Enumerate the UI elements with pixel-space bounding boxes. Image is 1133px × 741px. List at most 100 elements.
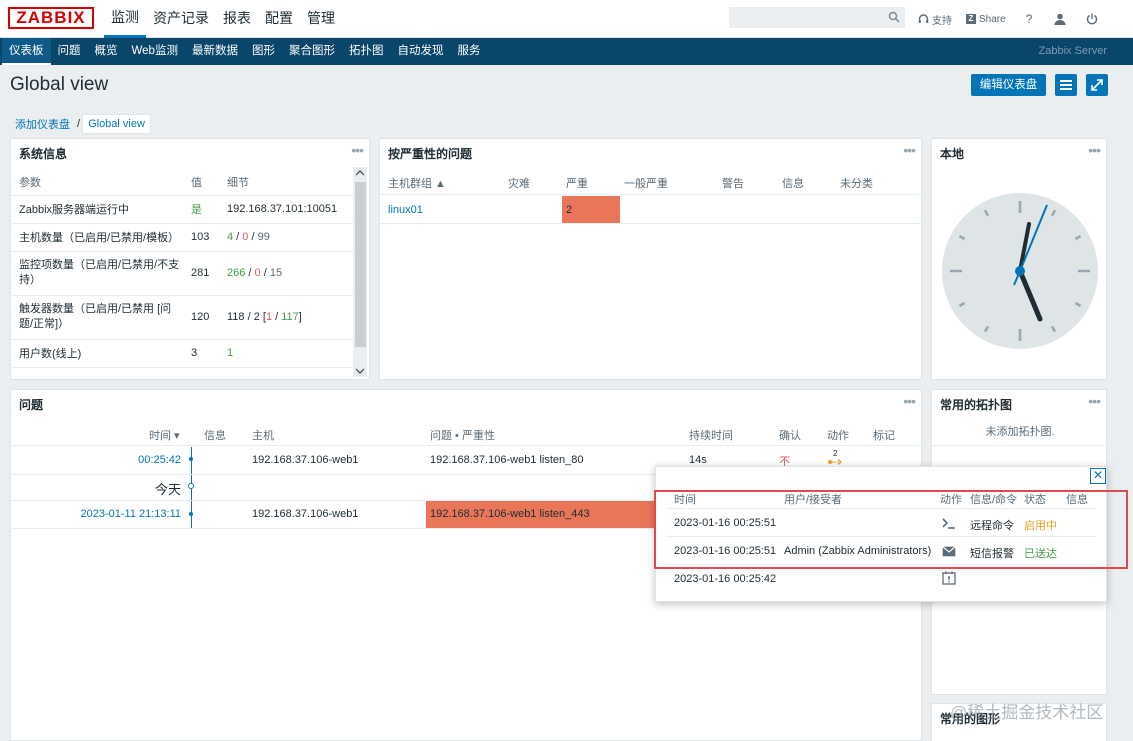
- main-menu: 监测 资产记录 报表 配置 管理: [104, 0, 342, 38]
- template-count: 99: [258, 231, 270, 243]
- scrollbar[interactable]: [353, 167, 367, 377]
- today-label: 今天: [155, 479, 181, 498]
- menu-monitoring[interactable]: 监测: [104, 0, 146, 38]
- widget-options-button[interactable]: •••: [903, 393, 915, 409]
- host-group-link[interactable]: linux01: [388, 204, 423, 216]
- detail-cell: 192.168.37.101:10051: [227, 195, 353, 223]
- col-not-classified: 未分类: [840, 175, 873, 191]
- detail-cell: 4 / 0 / 99: [227, 223, 353, 251]
- high-severity-cell[interactable]: 2: [562, 196, 620, 223]
- menu-reports[interactable]: 报表: [216, 0, 258, 38]
- col-info: 信息: [204, 427, 226, 443]
- power-icon: [1086, 13, 1098, 25]
- separator: /: [272, 311, 281, 323]
- sign-out-button[interactable]: [1086, 13, 1098, 25]
- problem-time-link[interactable]: 2023-01-11 21:13:11: [80, 508, 181, 520]
- menu-icon: [1060, 80, 1072, 90]
- tab-screens[interactable]: 聚合图形: [282, 38, 342, 65]
- zabbix-logo[interactable]: ZABBIX: [8, 7, 94, 29]
- widget-title: 常用的拓扑图: [940, 396, 1012, 413]
- highlight-box: [654, 490, 1128, 569]
- headset-icon: [918, 14, 929, 25]
- widget-options-button[interactable]: •••: [1088, 393, 1100, 409]
- widget-options-button[interactable]: •••: [351, 142, 363, 158]
- tab-services[interactable]: 服务: [450, 38, 487, 65]
- breadcrumb-separator: /: [75, 118, 82, 130]
- table-header: 主机群组 ▲ 灾难 严重 一般严重 警告 信息 未分类: [380, 167, 922, 195]
- problem-time-link[interactable]: 00:25:42: [138, 454, 181, 466]
- problem-host[interactable]: 192.168.37.106-web1: [252, 508, 358, 520]
- problem-duration: 14s: [689, 454, 707, 466]
- col-param: 参数: [11, 169, 191, 195]
- tab-web[interactable]: Web监测: [125, 38, 185, 65]
- enabled-count: 266: [227, 267, 245, 279]
- help-link[interactable]: ?: [1026, 12, 1033, 26]
- breadcrumb: 添加仪表盘 / Global view: [10, 113, 151, 135]
- tab-problems[interactable]: 问题: [51, 38, 88, 65]
- param-cell: Zabbix服务器端运行中: [11, 195, 191, 223]
- widget-title: 按严重性的问题: [388, 145, 472, 162]
- widget-options-button[interactable]: •••: [903, 142, 915, 158]
- param-cell: 主机数量（已启用/已禁用/模板）: [11, 223, 191, 251]
- value-cell: 是: [191, 195, 227, 223]
- problems-by-severity-widget: 按严重性的问题 ••• 主机群组 ▲ 灾难 严重 一般严重 警告 信息 未分类 …: [379, 138, 922, 380]
- separator: ]: [299, 311, 302, 323]
- menu-inventory[interactable]: 资产记录: [146, 0, 216, 38]
- edit-dashboard-button[interactable]: 编辑仪表盘: [971, 74, 1046, 96]
- search-input[interactable]: [729, 7, 905, 28]
- top-bar: ZABBIX 监测 资产记录 报表 配置 管理 支持 Z Share ?: [0, 0, 1133, 38]
- widget-title: 本地: [940, 145, 964, 162]
- col-time[interactable]: 时间 ▾: [149, 427, 180, 443]
- support-label: 支持: [932, 12, 952, 27]
- problem-severity-cell[interactable]: 192.168.37.106-web1 listen_443: [426, 501, 686, 528]
- tab-graphs[interactable]: 图形: [245, 38, 282, 65]
- separator: /: [248, 231, 257, 243]
- expand-icon: [1091, 79, 1103, 91]
- chevron-up-icon[interactable]: [356, 170, 364, 176]
- col-tags: 标记: [873, 427, 895, 443]
- detail-cell: 266 / 0 / 15: [227, 251, 353, 295]
- table-row: 触发器数量（已启用/已禁用 [问题/正常]） 120 118 / 2 [1 / …: [11, 295, 353, 339]
- problem-host[interactable]: 192.168.37.106-web1: [252, 454, 358, 466]
- user-profile-button[interactable]: [1054, 13, 1066, 25]
- support-link[interactable]: 支持: [918, 12, 952, 27]
- dashboard-menu-button[interactable]: [1055, 74, 1077, 96]
- actions-count: 2: [833, 449, 837, 458]
- table-row: 2023-01-16 00:25:42: [666, 565, 1096, 593]
- menu-configuration[interactable]: 配置: [258, 0, 300, 38]
- menu-administration[interactable]: 管理: [300, 0, 342, 38]
- col-average: 一般严重: [624, 175, 668, 191]
- breadcrumb-add-dashboard[interactable]: 添加仪表盘: [10, 113, 75, 135]
- problem-name: 192.168.37.106-web1 listen_443: [430, 508, 590, 520]
- tab-latest-data[interactable]: 最新数据: [185, 38, 245, 65]
- share-link[interactable]: Z Share: [966, 14, 1006, 25]
- scrollbar-thumb[interactable]: [355, 182, 366, 347]
- col-host: 主机: [252, 427, 274, 443]
- empty-message: 未添加拓扑图.: [932, 418, 1107, 446]
- fullscreen-button[interactable]: [1086, 74, 1108, 96]
- close-popup-button[interactable]: ✕: [1090, 468, 1106, 484]
- col-warning: 警告: [722, 175, 744, 191]
- tab-maps[interactable]: 拓扑图: [342, 38, 391, 65]
- param-cell: 监控项数量（已启用/已禁用/不支持）: [11, 251, 191, 295]
- col-problem-severity: 问题 • 严重性: [430, 427, 495, 443]
- top-links: 支持 Z Share ?: [918, 0, 1098, 38]
- widget-options-button[interactable]: •••: [1088, 142, 1100, 158]
- system-info-widget: 系统信息 ••• 参数 值 细节 Zabbix服务器端运行中 是 192.168…: [10, 138, 370, 380]
- tab-overview[interactable]: 概览: [88, 38, 125, 65]
- col-duration: 持续时间: [689, 427, 733, 443]
- tab-discovery[interactable]: 自动发现: [390, 38, 450, 65]
- value-cell: 103: [191, 223, 227, 251]
- table-row: 主机数量（已启用/已禁用/模板） 103 4 / 0 / 99: [11, 223, 353, 251]
- table-row: 用户数(线上) 3 1: [11, 339, 353, 367]
- col-high: 严重: [566, 175, 588, 191]
- search-icon[interactable]: [888, 11, 900, 23]
- chevron-down-icon[interactable]: [356, 368, 364, 374]
- problem-name[interactable]: 192.168.37.106-web1 listen_80: [430, 454, 584, 466]
- tab-dashboard[interactable]: 仪表板: [2, 38, 51, 65]
- col-host-group[interactable]: 主机群组 ▲: [388, 175, 446, 191]
- col-actions: 动作: [827, 427, 849, 443]
- breadcrumb-global-view[interactable]: Global view: [82, 114, 151, 134]
- trigger-counts: 118 / 2 [: [227, 311, 266, 323]
- widget-title: 系统信息: [19, 145, 67, 162]
